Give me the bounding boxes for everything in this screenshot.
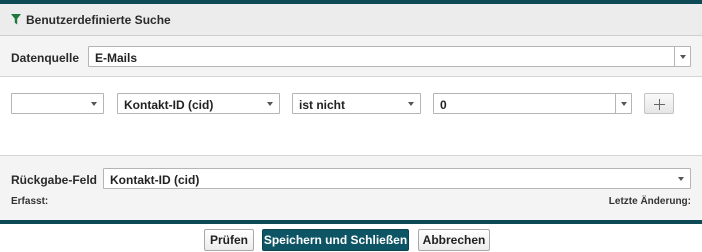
panel-header: Benutzerdefinierte Suche (0, 4, 702, 36)
created-label: Erfasst: (11, 196, 49, 207)
return-field-value: Kontakt-ID (cid) (110, 173, 200, 187)
criteria-value-combobox[interactable]: 0 (433, 93, 632, 114)
dialog-footer: Prüfen Speichern und Schließen Abbrechen (0, 224, 702, 252)
operator-select[interactable]: ist nicht (292, 93, 421, 114)
operator-value: ist nicht (299, 98, 346, 112)
add-criterion-button[interactable] (644, 93, 674, 114)
cancel-button[interactable]: Abbrechen (418, 229, 490, 251)
criteria-field-select[interactable]: Kontakt-ID (cid) (117, 93, 280, 114)
panel-title: Benutzerdefinierte Suche (26, 13, 171, 27)
data-source-value: E-Mails (95, 51, 138, 65)
check-button[interactable]: Prüfen (204, 229, 254, 251)
data-source-section: Datenquelle E-Mails (0, 36, 702, 77)
criteria-value: 0 (440, 98, 447, 112)
criteria-field-value: Kontakt-ID (cid) (124, 98, 214, 112)
chevron-down-icon (267, 102, 273, 106)
save-and-close-button[interactable]: Speichern und Schließen (262, 229, 409, 251)
criteria-section: Kontakt-ID (cid) ist nicht 0 (0, 77, 702, 156)
chevron-down-icon (678, 177, 684, 181)
chevron-down-icon (621, 102, 627, 106)
chevron-down-icon (408, 102, 414, 106)
chevron-down-icon (91, 102, 97, 106)
last-modified-label: Letzte Änderung: (608, 196, 691, 207)
filter-funnel-icon (11, 14, 21, 25)
chevron-down-icon (680, 55, 686, 59)
data-source-dropdown-button[interactable] (674, 47, 690, 66)
data-source-label: Datenquelle (11, 51, 80, 65)
criteria-value-dropdown-button[interactable] (615, 94, 631, 113)
conjunction-select[interactable] (11, 93, 104, 114)
return-field-section: Rückgabe-Feld Kontakt-ID (cid) Erfasst: … (0, 156, 702, 220)
return-field-select[interactable]: Kontakt-ID (cid) (103, 168, 691, 189)
return-field-label: Rückgabe-Feld (11, 173, 98, 187)
data-source-select[interactable]: E-Mails (88, 46, 691, 67)
